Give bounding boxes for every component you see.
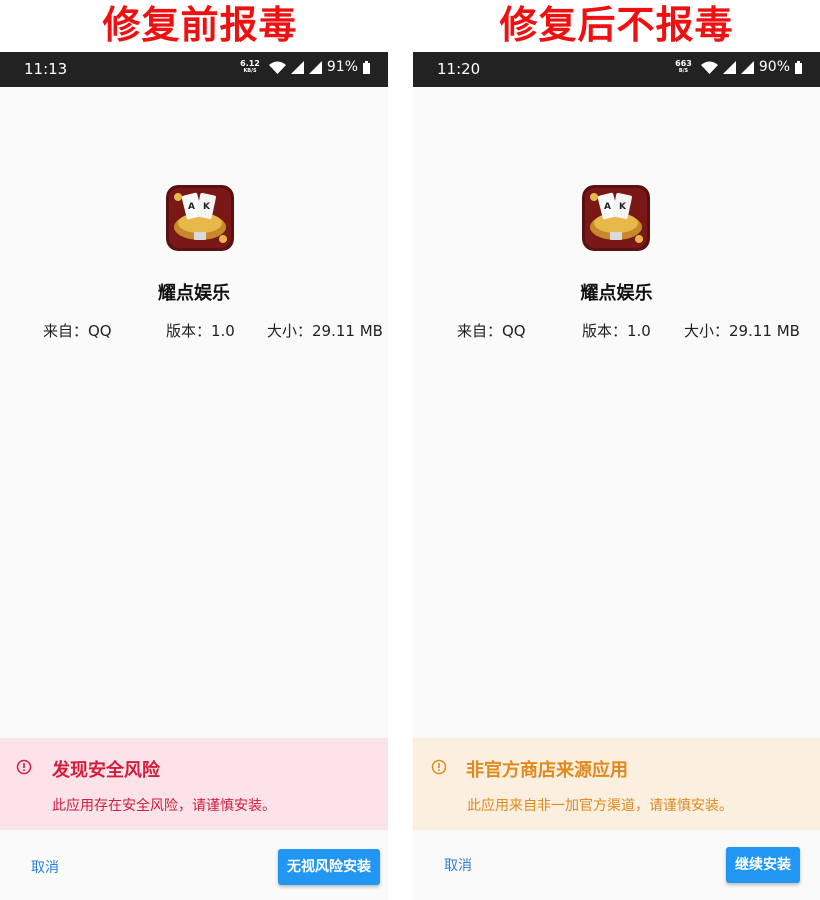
- cancel-button[interactable]: 取消: [444, 851, 472, 879]
- app-name: 耀点娱乐: [158, 283, 230, 304]
- app-source: 来自：QQ: [457, 322, 526, 340]
- svg-text:K: K: [619, 202, 627, 212]
- network-speed: 6.12 KB/S: [240, 59, 260, 75]
- warning-text: 此应用来自非一加官方渠道，请谨慎安装。: [467, 798, 733, 814]
- left-phone-screen: 11:13 6.12 KB/S 91% A K 耀点娱乐 来自：QQ 版本：1.…: [0, 52, 388, 900]
- status-time: 11:13: [24, 60, 68, 78]
- cell-signal-2-icon: [308, 60, 322, 74]
- battery-percent: 90%: [758, 59, 790, 75]
- network-speed-value: 6.12: [240, 59, 260, 68]
- network-speed: 663 B/S: [675, 59, 692, 75]
- wifi-icon: [700, 61, 718, 74]
- unofficial-source-warning: 非官方商店来源应用 此应用来自非一加官方渠道，请谨慎安装。: [413, 738, 820, 830]
- info-circle-icon: [431, 759, 447, 775]
- cell-signal-2-icon: [740, 60, 754, 74]
- network-speed-unit: KB/S: [243, 68, 257, 74]
- status-indicators: 663 B/S 90%: [675, 59, 802, 75]
- warning-text: 此应用存在安全风险，请谨慎安装。: [52, 798, 276, 814]
- svg-text:K: K: [203, 202, 211, 212]
- app-icon: A K: [166, 185, 234, 251]
- after-fix-heading: 修复后不报毒: [499, 3, 734, 47]
- status-bar: 11:20 663 B/S 90%: [413, 52, 820, 87]
- install-anyway-button[interactable]: 无视风险安装: [278, 849, 380, 885]
- app-version: 版本：1.0: [166, 322, 235, 340]
- battery-icon: [363, 60, 370, 74]
- battery-percent: 91%: [326, 59, 358, 75]
- status-bar: 11:13 6.12 KB/S 91%: [0, 52, 388, 87]
- app-size: 大小：29.11 MB: [267, 322, 383, 340]
- status-indicators: 6.12 KB/S 91%: [240, 59, 370, 75]
- cell-signal-1-icon: [290, 60, 304, 74]
- network-speed-value: 663: [675, 59, 692, 68]
- cell-signal-1-icon: [722, 60, 736, 74]
- continue-install-button[interactable]: 继续安装: [726, 847, 800, 883]
- right-phone-screen: 11:20 663 B/S 90% A K 耀点娱乐 来自：QQ 版本：1.0 …: [413, 52, 820, 900]
- before-fix-heading: 修复前报毒: [102, 3, 298, 47]
- app-source: 来自：QQ: [43, 322, 112, 340]
- app-version: 版本：1.0: [582, 322, 651, 340]
- network-speed-unit: B/S: [678, 68, 689, 74]
- warning-title: 发现安全风险: [52, 760, 160, 781]
- status-time: 11:20: [437, 60, 481, 78]
- app-icon: A K: [582, 185, 650, 251]
- battery-icon: [795, 60, 802, 74]
- security-risk-warning: 发现安全风险 此应用存在安全风险，请谨慎安装。: [0, 738, 388, 830]
- wifi-icon: [268, 61, 286, 74]
- cancel-button[interactable]: 取消: [31, 853, 59, 881]
- svg-text:A: A: [604, 202, 611, 212]
- app-size: 大小：29.11 MB: [684, 322, 800, 340]
- app-name: 耀点娱乐: [580, 283, 653, 304]
- warning-title: 非官方商店来源应用: [466, 760, 628, 781]
- svg-text:A: A: [188, 202, 195, 212]
- info-circle-icon: [16, 759, 32, 775]
